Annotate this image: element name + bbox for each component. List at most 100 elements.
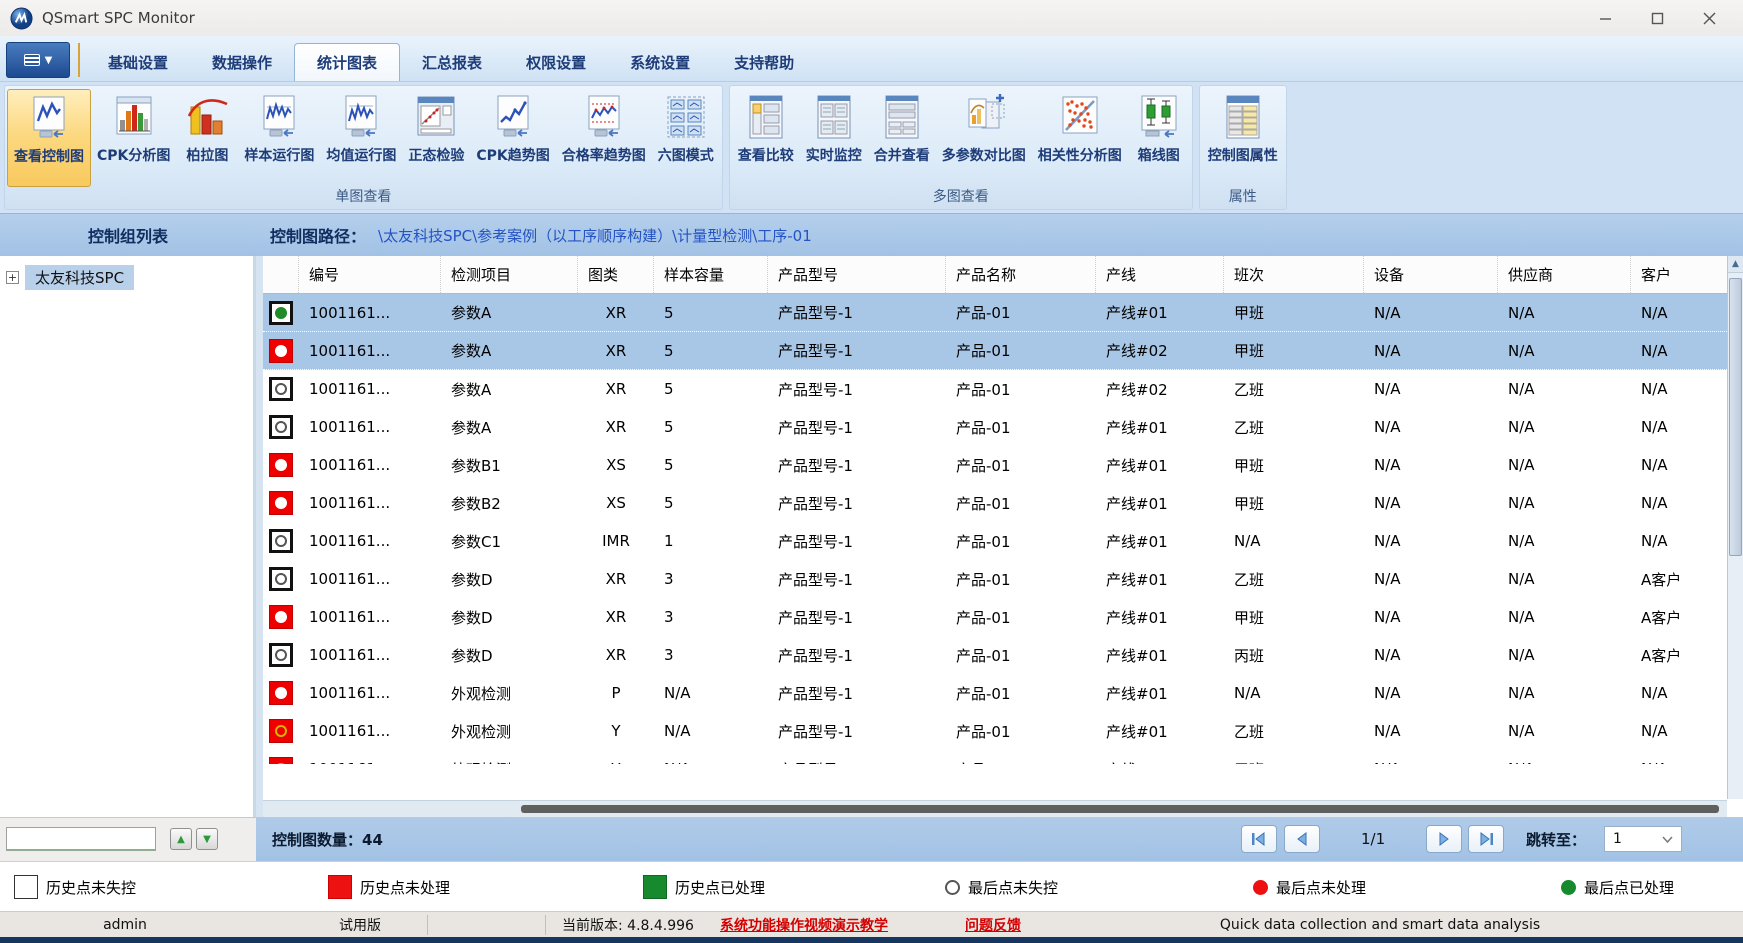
tab-permission-settings[interactable]: 权限设置 <box>504 43 608 81</box>
table-row-5[interactable]: 1001161...参数B2XS5产品型号-1产品-01产线#01甲班N/AN/… <box>263 484 1743 522</box>
table-row-4[interactable]: 1001161...参数B1XS5产品型号-1产品-01产线#01甲班N/AN/… <box>263 446 1743 484</box>
table-row-6[interactable]: 1001161...参数C1IMR1产品型号-1产品-01产线#01N/AN/A… <box>263 522 1743 560</box>
cell: 产线#02 <box>1096 370 1224 408</box>
history-status-red-square-icon <box>269 719 293 743</box>
cell: N/A <box>1364 446 1498 484</box>
ribbon-button-control-chart[interactable]: 查看控制图 <box>7 89 91 187</box>
cell: XR <box>578 636 654 674</box>
ribbon-button-pareto[interactable]: 柏拉图 <box>176 89 238 187</box>
history-status-white-square-icon <box>269 377 293 401</box>
spin-down-button[interactable]: ▼ <box>196 828 218 850</box>
table-row-9[interactable]: 1001161...参数DXR3产品型号-1产品-01产线#01丙班N/AN/A… <box>263 636 1743 674</box>
horizontal-scrollbar[interactable] <box>263 800 1727 817</box>
cell: N/A <box>1498 408 1631 446</box>
cell: N/A <box>1498 446 1631 484</box>
tree-item-root[interactable]: + 太友科技SPC <box>0 264 253 290</box>
maximize-button[interactable] <box>1631 0 1683 36</box>
legend-square-swatch-icon <box>328 875 352 899</box>
table-row-3[interactable]: 1001161...参数AXR5产品型号-1产品-01产线#01乙班N/AN/A… <box>263 408 1743 446</box>
table-row-2[interactable]: 1001161...参数AXR5产品型号-1产品-01产线#02乙班N/AN/A… <box>263 370 1743 408</box>
next-page-button[interactable] <box>1426 825 1462 853</box>
cell: 产品-01 <box>946 750 1096 764</box>
control-chart-table: 编号检测项目图类样本容量产品型号产品名称产线班次设备供应商客户 1001161.… <box>256 256 1743 817</box>
cell: 参数D <box>441 636 578 674</box>
ribbon-button-multi-param-compare[interactable]: 多参数对比图 <box>936 89 1032 187</box>
column-header-8[interactable]: 设备 <box>1364 256 1498 293</box>
merge-view-icon <box>877 91 927 143</box>
ribbon-button-mean-run-chart[interactable]: 均值运行图 <box>320 89 402 187</box>
cell: 参数D <box>441 560 578 598</box>
app-menu-button[interactable]: ▼ <box>6 42 70 78</box>
column-header-2[interactable]: 图类 <box>578 256 654 293</box>
vertical-scrollbar[interactable]: ▲ <box>1727 256 1743 799</box>
ribbon-button-boxplot[interactable]: 箱线图 <box>1128 89 1190 187</box>
history-status-red-square-icon <box>269 491 293 515</box>
ribbon-button-normality-test[interactable]: 正态检验 <box>402 89 470 187</box>
slogan-text: Quick data collection and smart data ana… <box>1220 912 1540 938</box>
column-header-5[interactable]: 产品名称 <box>946 256 1096 293</box>
app-logo-icon <box>10 7 33 30</box>
prev-page-button[interactable] <box>1284 825 1320 853</box>
chart-path-label: 控制图路径： <box>270 223 366 247</box>
table-row-10[interactable]: 1001161...外观检测PN/A产品型号-1产品-01产线#01N/AN/A… <box>263 674 1743 712</box>
legend-item-5: 最后点已处理 <box>1561 862 1674 912</box>
table-row-1[interactable]: 1001161...参数AXR5产品型号-1产品-01产线#02甲班N/AN/A… <box>263 332 1743 370</box>
ribbon-button-pass-rate-trend[interactable]: 合格率趋势图 <box>556 89 652 187</box>
feedback-link[interactable]: 问题反馈 <box>965 915 1021 935</box>
ribbon-button-cpk-analysis[interactable]: CPK分析图 <box>91 89 176 187</box>
horizontal-scrollbar-thumb[interactable] <box>521 805 1719 813</box>
table-row-7[interactable]: 1001161...参数DXR3产品型号-1产品-01产线#01乙班N/AN/A… <box>263 560 1743 598</box>
cell: N/A <box>1364 636 1498 674</box>
column-header-7[interactable]: 班次 <box>1224 256 1364 293</box>
column-header-0[interactable]: 编号 <box>299 256 441 293</box>
ribbon-button-label: CPK分析图 <box>97 145 170 165</box>
column-header-3[interactable]: 样本容量 <box>654 256 768 293</box>
current-user: admin <box>103 912 147 938</box>
column-header-status <box>263 256 299 293</box>
ribbon-button-sample-run-chart[interactable]: 样本运行图 <box>238 89 320 187</box>
video-tutorial-link[interactable]: 系统功能操作视频演示教学 <box>720 915 888 935</box>
column-header-4[interactable]: 产品型号 <box>768 256 946 293</box>
last-point-status-green-dot-icon <box>275 307 287 319</box>
tree-search-input[interactable] <box>6 827 156 851</box>
history-status-white-square-icon <box>269 643 293 667</box>
cell: 产品-01 <box>946 370 1096 408</box>
ribbon-button-merge-view[interactable]: 合并查看 <box>868 89 936 187</box>
tab-system-settings[interactable]: 系统设置 <box>608 43 712 81</box>
cell: XR <box>578 408 654 446</box>
tab-summary-reports[interactable]: 汇总报表 <box>400 43 504 81</box>
cell: 参数B2 <box>441 484 578 522</box>
tree-root-label[interactable]: 太友科技SPC <box>25 265 134 290</box>
tree-expander-icon[interactable]: + <box>6 271 19 284</box>
legend-label: 历史点未处理 <box>360 877 450 898</box>
vertical-scrollbar-thumb[interactable] <box>1729 278 1742 556</box>
cell: 乙班 <box>1224 712 1364 750</box>
tab-data-operations[interactable]: 数据操作 <box>190 43 294 81</box>
ribbon-button-correlation-analysis[interactable]: 相关性分析图 <box>1032 89 1128 187</box>
minimize-button[interactable] <box>1579 0 1631 36</box>
table-row-12[interactable]: 1001161外观检测YN/A产品型号-1产品-01产线#01甲班N/AN/AN… <box>263 750 1743 764</box>
maximize-icon <box>1651 12 1664 25</box>
column-header-9[interactable]: 供应商 <box>1498 256 1631 293</box>
cell: 产品型号-1 <box>768 750 946 764</box>
spin-up-button[interactable]: ▲ <box>170 828 192 850</box>
first-page-button[interactable] <box>1241 825 1277 853</box>
close-button[interactable] <box>1683 0 1735 36</box>
tab-basic-settings[interactable]: 基础设置 <box>86 43 190 81</box>
table-row-8[interactable]: 1001161...参数DXR3产品型号-1产品-01产线#01甲班N/AN/A… <box>263 598 1743 636</box>
ribbon-button-six-chart-mode[interactable]: 六图模式 <box>652 89 720 187</box>
tab-statistic-charts[interactable]: 统计图表 <box>294 43 400 81</box>
cell: XR <box>578 598 654 636</box>
scroll-up-icon[interactable]: ▲ <box>1728 256 1743 273</box>
page-jump-select[interactable]: 1 <box>1604 826 1682 852</box>
ribbon-button-chart-properties[interactable]: 控制图属性 <box>1202 89 1284 187</box>
table-row-11[interactable]: 1001161...外观检测YN/A产品型号-1产品-01产线#01乙班N/AN… <box>263 712 1743 750</box>
ribbon-button-cpk-trend[interactable]: CPK趋势图 <box>470 89 555 187</box>
last-page-button[interactable] <box>1468 825 1504 853</box>
tab-support-help[interactable]: 支持帮助 <box>712 43 816 81</box>
table-row-0[interactable]: 1001161...参数AXR5产品型号-1产品-01产线#01甲班N/AN/A… <box>263 294 1743 332</box>
ribbon-button-view-compare[interactable]: 查看比较 <box>732 89 800 187</box>
column-header-1[interactable]: 检测项目 <box>441 256 578 293</box>
column-header-6[interactable]: 产线 <box>1096 256 1224 293</box>
ribbon-button-realtime-monitor[interactable]: 实时监控 <box>800 89 868 187</box>
